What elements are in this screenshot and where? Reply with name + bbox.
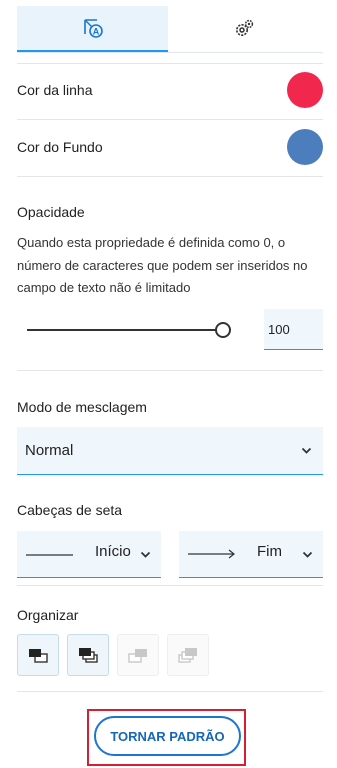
blend-mode-select[interactable]: Normal (17, 427, 323, 475)
svg-text:A: A (92, 27, 99, 37)
chevron-down-icon (302, 551, 313, 558)
bring-to-front-button[interactable] (67, 634, 109, 676)
divider (17, 176, 323, 177)
chevron-down-icon (140, 551, 151, 558)
divider (17, 63, 323, 64)
fill-color-label: Cor do Fundo (17, 139, 103, 155)
arrowheads-title: Cabeças de seta (17, 502, 123, 518)
arrowhead-end-value: Fim (257, 543, 282, 560)
fill-color-swatch[interactable] (287, 129, 323, 165)
tab-style[interactable]: A (17, 6, 168, 52)
tab-settings[interactable] (168, 6, 319, 52)
send-backward-button[interactable] (117, 634, 159, 676)
arrowhead-start-value: Início (95, 543, 131, 560)
divider (17, 691, 323, 692)
divider (17, 119, 323, 120)
style-icon: A (83, 19, 103, 38)
blend-mode-title: Modo de mesclagem (17, 399, 147, 415)
bring-forward-icon (29, 649, 48, 663)
divider (17, 585, 323, 586)
divider (17, 370, 323, 371)
opacity-slider-thumb[interactable] (215, 322, 231, 338)
arrange-title: Organizar (17, 607, 79, 623)
opacity-value-input[interactable] (264, 309, 323, 350)
bring-forward-button[interactable] (17, 634, 59, 676)
send-to-back-button[interactable] (167, 634, 209, 676)
arrowhead-end-select[interactable]: Fim (179, 531, 323, 578)
arrowhead-start-select[interactable]: Início (17, 531, 161, 578)
arrow-line-icon (188, 549, 235, 559)
opacity-title: Opacidade (17, 204, 85, 220)
plain-line-icon (26, 554, 73, 556)
set-default-button[interactable]: TORNAR PADRÃO (94, 716, 241, 756)
chevron-down-icon (301, 447, 312, 454)
bring-to-front-icon (79, 648, 98, 663)
send-to-back-icon (178, 648, 197, 663)
opacity-description: Quando esta propriedade é definida como … (17, 235, 308, 295)
gears-icon (235, 19, 253, 36)
line-color-label: Cor da linha (17, 82, 93, 98)
panel-tabs: A (17, 6, 323, 53)
line-color-swatch[interactable] (287, 72, 323, 108)
blend-mode-value: Normal (25, 442, 74, 459)
opacity-slider-track[interactable] (27, 329, 217, 331)
send-backward-icon (128, 649, 147, 663)
